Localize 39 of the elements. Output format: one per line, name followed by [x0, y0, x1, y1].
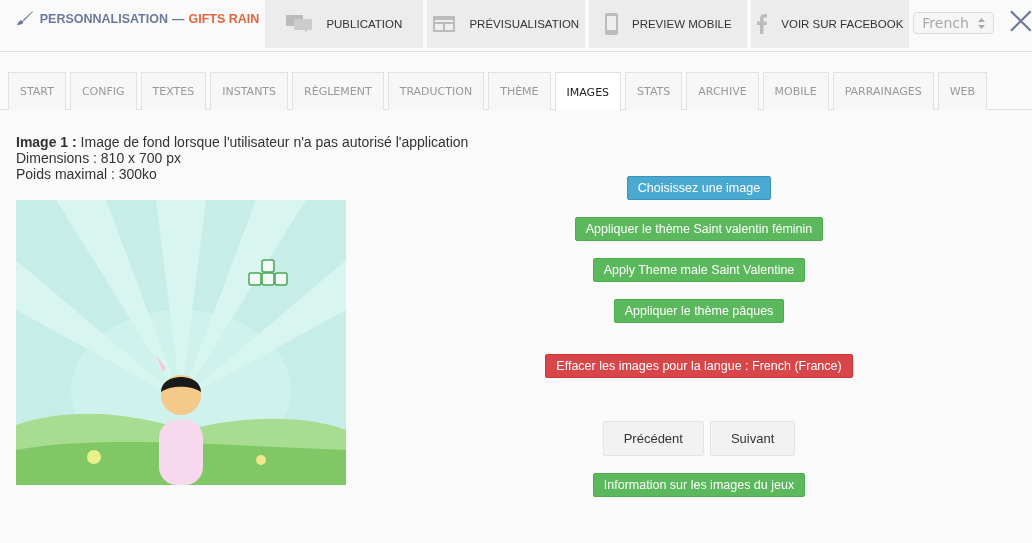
info-button[interactable]: Information sur les images du jeux	[592, 473, 806, 497]
tab[interactable]: STATS	[625, 72, 683, 110]
phone-icon	[604, 13, 618, 35]
action-button[interactable]: Choisissez une image	[626, 176, 772, 200]
tab[interactable]: PARRAINAGES	[832, 72, 934, 110]
language-select[interactable]: French	[913, 12, 995, 34]
tab[interactable]: WEB	[937, 72, 988, 110]
tab[interactable]: START	[8, 72, 66, 110]
close-icon[interactable]	[1010, 10, 1032, 32]
header-action-button[interactable]: PRÉVISUALISATION	[427, 0, 586, 48]
nav-button[interactable]: Suivant	[709, 421, 796, 456]
tab[interactable]: ARCHIVE	[686, 72, 759, 110]
updown-icon	[978, 17, 986, 29]
page-title: PERSONNALISATION	[39, 12, 168, 26]
header-action-button[interactable]: VOIR SUR FACEBOOK	[751, 0, 910, 48]
chat-icon	[286, 15, 313, 33]
header-action-button[interactable]: PUBLICATION	[265, 0, 424, 48]
action-button[interactable]: Appliquer le thème pâques	[613, 299, 785, 323]
tab[interactable]: IMAGES	[554, 72, 622, 111]
brush-icon	[16, 10, 34, 26]
tab[interactable]: INSTANTS	[210, 72, 289, 110]
layout-icon	[433, 16, 456, 32]
tab[interactable]: CONFIG	[69, 72, 137, 110]
image-info-text: Poids maximal : 300ko	[16, 166, 158, 182]
action-button[interactable]: Effacer les images pour la langue : French (France)	[545, 354, 853, 378]
action-button[interactable]: Appliquer le thème Saint valentin féminin	[574, 217, 824, 241]
tab[interactable]: TEXTES	[140, 72, 207, 110]
nav-button[interactable]: Précédent	[602, 421, 704, 456]
tab[interactable]: THÈME	[488, 72, 551, 110]
tab[interactable]: RÈGLEMENT	[292, 72, 384, 110]
image-info-text: Image 1 : Image de fond lorsque l'utilisateur n'a pas autorisé l'application	[16, 134, 470, 150]
facebook-icon	[757, 14, 768, 34]
tab[interactable]: MOBILE	[762, 72, 829, 110]
title-separator: —	[171, 12, 185, 26]
header-action-button[interactable]: PREVIEW MOBILE	[589, 0, 748, 48]
tab[interactable]: TRADUCTION	[387, 72, 485, 110]
action-button[interactable]: Apply Theme male Saint Valentine	[592, 258, 806, 282]
image-info-text: Dimensions : 810 x 700 px	[16, 150, 182, 166]
game-name: GIFTS RAIN	[188, 12, 260, 26]
